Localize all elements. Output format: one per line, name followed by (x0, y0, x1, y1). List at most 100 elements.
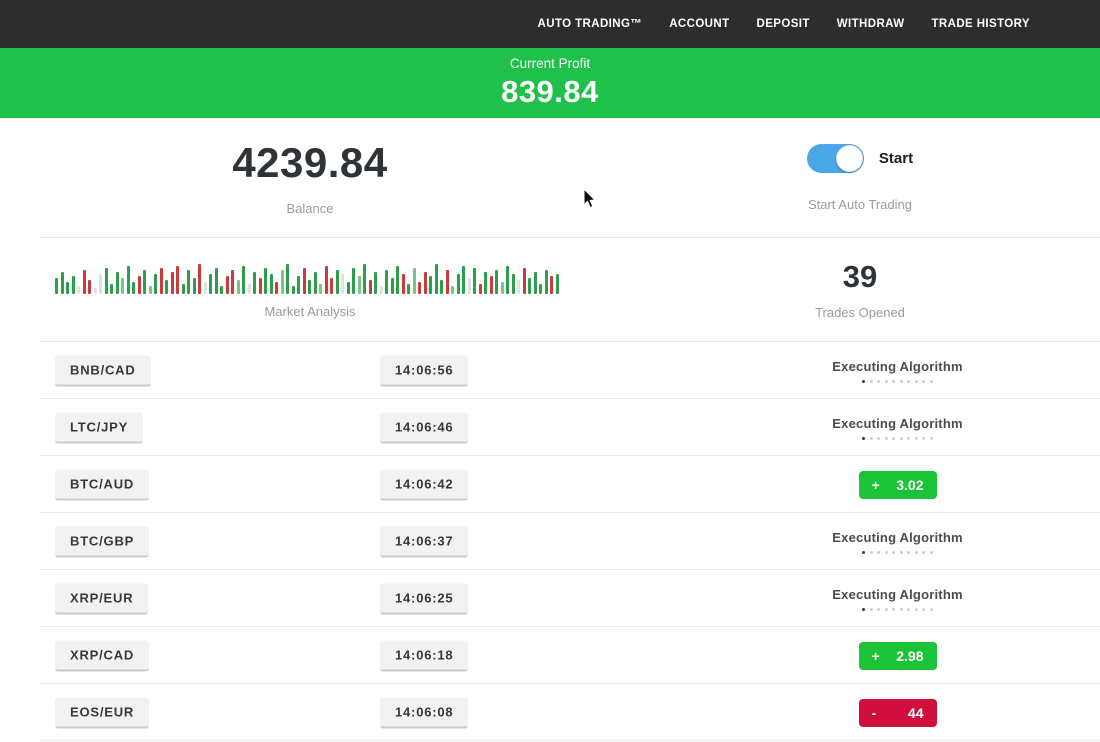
market-bar (336, 270, 339, 294)
market-bar (160, 268, 163, 294)
trade-status: -44 (775, 699, 1020, 727)
market-bar (429, 276, 432, 294)
progress-dots (862, 437, 933, 440)
market-bar (407, 284, 410, 294)
market-bar (506, 266, 509, 294)
trade-row: BNB/CAD 14:06:56 Executing Algorithm (0, 342, 1100, 399)
trade-row: LTC/JPY 14:06:46 Executing Algorithm (0, 399, 1100, 456)
pair-badge: EOS/EUR (55, 697, 149, 728)
market-bar (501, 282, 504, 294)
trade-status: Executing Algorithm (775, 530, 1020, 554)
market-bar (83, 270, 86, 294)
pair-badge: LTC/JPY (55, 412, 143, 443)
trade-row: BTC/GBP 14:06:37 Executing Algorithm (0, 513, 1100, 570)
toggle-knob (836, 145, 863, 172)
market-bar (242, 266, 245, 294)
market-bar (495, 270, 498, 294)
time-badge: 14:06:25 (380, 583, 468, 614)
market-bar (347, 282, 350, 294)
market-bar (479, 284, 482, 294)
market-bar (154, 274, 157, 294)
market-bar (88, 280, 91, 294)
balance-value: 4239.84 (232, 139, 387, 187)
market-bar (209, 274, 212, 294)
market-bar (512, 274, 515, 294)
market-bar (121, 278, 124, 294)
market-bar (55, 278, 58, 294)
market-bar (110, 284, 113, 294)
trade-status: +2.98 (775, 642, 1020, 670)
market-bar (248, 284, 251, 294)
toggle-start-label: Start (879, 150, 913, 167)
market-bar (105, 268, 108, 294)
start-auto-trading-label: Start Auto Trading (808, 197, 912, 212)
market-bar (165, 280, 168, 294)
nav-item-withdraw[interactable]: WITHDRAW (837, 18, 905, 30)
market-bar (193, 278, 196, 294)
market-bar (281, 270, 284, 294)
trade-row: XRP/CAD 14:06:18 +2.98 (0, 627, 1100, 684)
market-bar (66, 282, 69, 294)
nav-item-deposit[interactable]: DEPOSIT (757, 18, 810, 30)
market-bar (264, 268, 267, 294)
balance-section: 4239.84 Balance Start Start Auto Trading (0, 118, 1100, 237)
market-bar (545, 270, 548, 294)
top-navbar: AUTO TRADING™ ACCOUNT DEPOSIT WITHDRAW TRADE… (0, 0, 1100, 48)
market-bar (72, 276, 75, 294)
trade-row: EOS/EUR 14:06:08 -44 (0, 684, 1100, 741)
market-bar (424, 272, 427, 294)
executing-algorithm-label: Executing Algorithm (832, 416, 962, 431)
nav-item-trade-history[interactable]: TRADE HISTORY (932, 18, 1031, 30)
market-bar (297, 276, 300, 294)
pair-badge: BTC/AUD (55, 469, 149, 500)
trades-opened-label: Trades Opened (815, 305, 905, 320)
market-bar (61, 272, 64, 294)
time-badge: 14:06:08 (380, 697, 468, 728)
market-bar (226, 276, 229, 294)
market-bar (231, 270, 234, 294)
market-bar (325, 266, 328, 294)
market-bar (369, 280, 372, 294)
market-bar (303, 268, 306, 294)
market-bar (270, 274, 273, 294)
profit-badge: +3.02 (859, 471, 937, 499)
trades-opened-value: 39 (843, 259, 877, 295)
nav-item-account[interactable]: ACCOUNT (669, 18, 729, 30)
market-bar (286, 264, 289, 294)
market-bar (517, 280, 520, 294)
market-bar (99, 274, 102, 294)
pair-badge: BNB/CAD (55, 355, 151, 386)
market-bar (418, 282, 421, 294)
market-analysis-label: Market Analysis (264, 304, 355, 319)
market-bar (435, 264, 438, 294)
market-bar (187, 270, 190, 294)
pair-badge: XRP/CAD (55, 640, 149, 671)
progress-dots (862, 608, 933, 611)
current-profit-value: 839.84 (501, 74, 599, 110)
loss-badge: -44 (859, 699, 937, 727)
market-bar (490, 276, 493, 294)
nav-item-auto-trading[interactable]: AUTO TRADING™ (538, 18, 643, 30)
market-bar (358, 276, 361, 294)
market-bar (363, 264, 366, 294)
market-bar (484, 272, 487, 294)
market-bar (468, 278, 471, 294)
market-bar (451, 286, 454, 294)
time-badge: 14:06:37 (380, 526, 468, 557)
market-bar (534, 272, 537, 294)
market-bar (402, 274, 405, 294)
market-bar (446, 270, 449, 294)
trade-row: BTC/AUD 14:06:42 +3.02 (0, 456, 1100, 513)
market-bar (94, 288, 97, 294)
market-bar (143, 270, 146, 294)
market-bar (275, 282, 278, 294)
market-bar (385, 270, 388, 294)
auto-trading-toggle[interactable] (807, 144, 864, 173)
market-bar (319, 284, 322, 294)
market-bar (539, 284, 542, 294)
trades-list: BNB/CAD 14:06:56 Executing Algorithm LTC… (0, 342, 1100, 741)
trade-status: +3.02 (775, 471, 1020, 499)
trade-status: Executing Algorithm (775, 416, 1020, 440)
market-bar (253, 272, 256, 294)
executing-algorithm-label: Executing Algorithm (832, 530, 962, 545)
